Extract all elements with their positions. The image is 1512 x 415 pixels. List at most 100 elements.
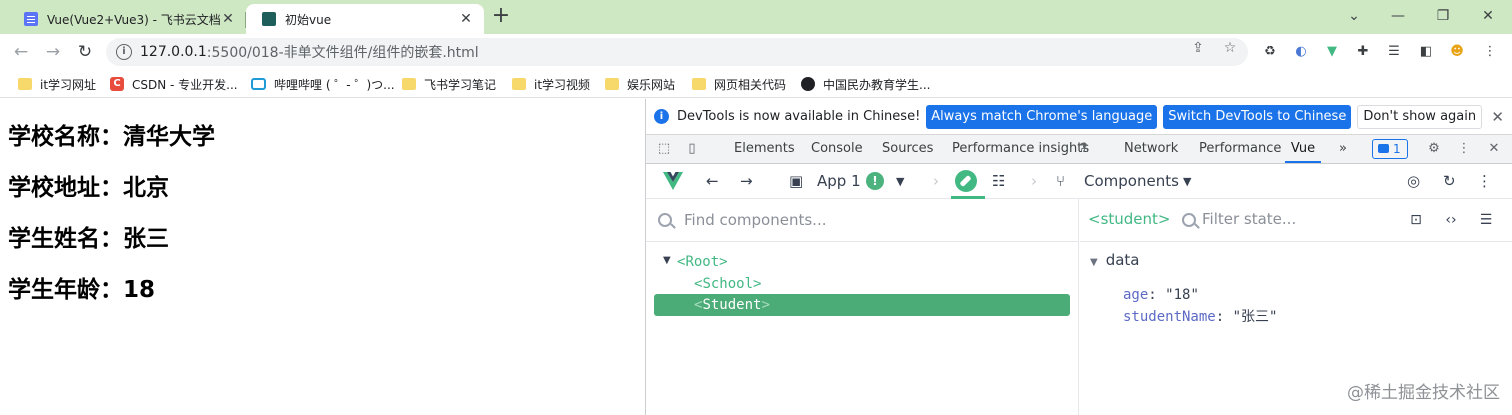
bookmark-label: it学习网址 [40, 77, 97, 92]
search-icon [658, 213, 672, 227]
side-panel-icon[interactable]: ◧ [1418, 44, 1434, 60]
tree-node-root[interactable]: <Root> [677, 251, 728, 273]
menu-icon[interactable]: ⋮ [1482, 44, 1498, 60]
profile-avatar-icon[interactable]: ☻ [1449, 44, 1465, 60]
state-section-data[interactable]: ▼ data [1090, 251, 1140, 269]
device-toolbar-icon[interactable]: ▯ [683, 141, 701, 157]
open-source-code-icon[interactable]: ‹› [1441, 211, 1461, 229]
forward-arrow-icon[interactable]: → [740, 172, 753, 190]
bookmark-it-videos[interactable]: it学习视频 [512, 76, 590, 92]
refresh-icon[interactable]: ↻ [1443, 172, 1456, 190]
bookmark-star-icon[interactable]: ☆ [1222, 40, 1238, 56]
component-search[interactable]: Find components... [646, 199, 1078, 242]
issues-badge[interactable]: 1 [1372, 139, 1408, 159]
state-row-studentname[interactable]: studentName: "张三" [1123, 306, 1277, 328]
vue-logo-icon [663, 172, 683, 190]
filter-state-input[interactable]: Filter state... [1202, 210, 1296, 228]
kebab-menu-icon[interactable]: ⋮ [1477, 172, 1492, 190]
tree-node-student[interactable]: <Student> [654, 294, 1070, 316]
state-header: <student> Filter state... ⊡ ‹› ☰ [1080, 199, 1512, 242]
component-state-pane: <student> Filter state... ⊡ ‹› ☰ ▼ data a… [1080, 199, 1512, 415]
target-select-icon[interactable]: ◎ [1407, 172, 1420, 190]
settings-gear-icon[interactable]: ⚙ [1425, 141, 1443, 157]
bookmark-bilibili[interactable]: 哔哩哔哩 ( ゜- ゜)つ... [251, 76, 395, 92]
timeline-icon[interactable]: ☷ [992, 172, 1005, 190]
tab-console[interactable]: Console [811, 135, 863, 163]
selected-component-name: <student> [1088, 210, 1171, 228]
tab-network[interactable]: Network [1124, 135, 1178, 163]
tab-vue[interactable]: Vue [1285, 135, 1321, 163]
page-content: 学校名称：清华大学 学校地址：北京 学生姓名：张三 学生年龄：18 [0, 99, 645, 415]
app-dropdown-chevron-icon[interactable]: ▼ [896, 173, 904, 191]
bookmark-education[interactable]: 中国民办教育学生... [801, 76, 930, 92]
bookmark-it-sites[interactable]: it学习网址 [18, 76, 96, 92]
devtools-language-infobar: i DevTools is now available in Chinese! … [646, 99, 1512, 135]
tab-performance-insights[interactable]: Performance insights [952, 135, 1089, 163]
restore-icon[interactable]: ❐ [1431, 4, 1455, 28]
components-dropdown-chevron-icon[interactable]: ▼ [1183, 173, 1191, 191]
tab-sources[interactable]: Sources [882, 135, 933, 163]
app-selector[interactable]: App 1 [817, 171, 861, 191]
back-icon[interactable]: ← [9, 40, 33, 64]
back-arrow-icon[interactable]: ← [706, 172, 719, 190]
new-tab-button[interactable]: + [490, 5, 512, 28]
state-value: "18" [1165, 287, 1199, 303]
folder-icon [692, 78, 706, 90]
bookmark-feishu-notes[interactable]: 飞书学习笔记 [402, 76, 496, 92]
close-icon[interactable]: ✕ [1491, 108, 1504, 126]
close-devtools-icon[interactable]: ✕ [1485, 141, 1503, 157]
close-icon[interactable]: ✕ [458, 11, 474, 27]
reading-list-icon[interactable]: ☰ [1386, 44, 1402, 60]
tree-node-school[interactable]: <School> [694, 273, 761, 295]
extensions-puzzle-icon[interactable]: ✚ [1355, 44, 1371, 60]
bookmarks-bar: it学习网址 C CSDN - 专业开发... 哔哩哔哩 ( ゜- ゜)つ... … [0, 70, 1512, 98]
collapse-all-icon[interactable]: ☰ [1476, 211, 1496, 229]
browser-toolbar: ← → ↻ i 127.0.0.1:5500/018-非单文件组件/组件的嵌套.… [0, 34, 1512, 70]
breadcrumb-separator-icon: › [933, 172, 939, 190]
inspect-element-icon[interactable]: ⬚ [655, 141, 673, 157]
components-tree-icon: ⑂ [1056, 172, 1066, 190]
compass-icon[interactable] [955, 170, 977, 192]
kebab-menu-icon[interactable]: ⋮ [1455, 141, 1473, 157]
watermark: @稀土掘金技术社区 [1347, 383, 1500, 403]
inspect-dom-icon[interactable]: ⊡ [1406, 211, 1426, 229]
browser-tab-active[interactable]: 初始vue ✕ [246, 4, 484, 34]
dont-show-again-button[interactable]: Don't show again [1357, 104, 1483, 129]
expand-caret-icon[interactable]: ▼ [663, 255, 671, 266]
bookmark-label: 中国民办教育学生... [823, 77, 931, 92]
bookmark-label: CSDN - 专业开发... [132, 77, 238, 92]
devtools-tab-bar: ⬚ ▯ Elements Console Sources Performance… [646, 135, 1512, 164]
tab-search-icon[interactable]: ⌄ [1342, 4, 1366, 28]
collapse-caret-icon: ▼ [1090, 257, 1098, 268]
site-info-icon[interactable]: i [116, 44, 132, 60]
state-row-age[interactable]: age: "18" [1123, 284, 1199, 306]
switch-to-chinese-button[interactable]: Switch DevTools to Chinese [1163, 104, 1352, 129]
vue-devtools-toolbar: ← → ▣ App 1 ! ▼ › ☷ › ⑂ Components ▼ ◎ ↻… [646, 164, 1512, 199]
reload-icon[interactable]: ↻ [73, 40, 97, 64]
warning-icon[interactable]: ! [866, 172, 884, 190]
components-selector[interactable]: Components [1084, 171, 1179, 191]
extension-globe-icon[interactable]: ◐ [1293, 44, 1309, 60]
component-tree-pane: Find components... ▼ <Root> <School> <St… [646, 199, 1079, 415]
window-close-icon[interactable]: ✕ [1476, 4, 1500, 28]
bookmark-web-code[interactable]: 网页相关代码 [692, 76, 786, 92]
bookmark-label: 网页相关代码 [714, 77, 787, 92]
browser-tab-feishu[interactable]: Vue(Vue2+Vue3) - 飞书云文档 ✕ [8, 4, 246, 34]
tab-performance[interactable]: Performance [1199, 135, 1281, 163]
bookmark-csdn[interactable]: C CSDN - 专业开发... [110, 76, 238, 92]
bookmark-label: 哔哩哔哩 ( ゜- ゜)つ... [274, 77, 395, 92]
state-key: studentName [1123, 309, 1216, 325]
bookmark-label: 飞书学习笔记 [424, 77, 497, 92]
share-icon[interactable]: ⇪ [1190, 40, 1206, 56]
tab-elements[interactable]: Elements [734, 135, 795, 163]
bookmark-entertainment[interactable]: 娱乐网站 [605, 76, 675, 92]
forward-icon[interactable]: → [41, 40, 65, 64]
minimize-icon[interactable]: — [1386, 4, 1410, 28]
component-search-input[interactable]: Find components... [684, 211, 826, 229]
recycle-extension-icon[interactable]: ♻ [1262, 44, 1278, 60]
always-match-language-button[interactable]: Always match Chrome's language [926, 104, 1158, 129]
address-bar[interactable]: i 127.0.0.1:5500/018-非单文件组件/组件的嵌套.html [106, 38, 1248, 66]
vue-devtools-extension-icon[interactable]: ▼ [1324, 44, 1340, 60]
close-icon[interactable]: ✕ [220, 11, 236, 27]
more-tabs-button[interactable]: » [1339, 135, 1347, 163]
